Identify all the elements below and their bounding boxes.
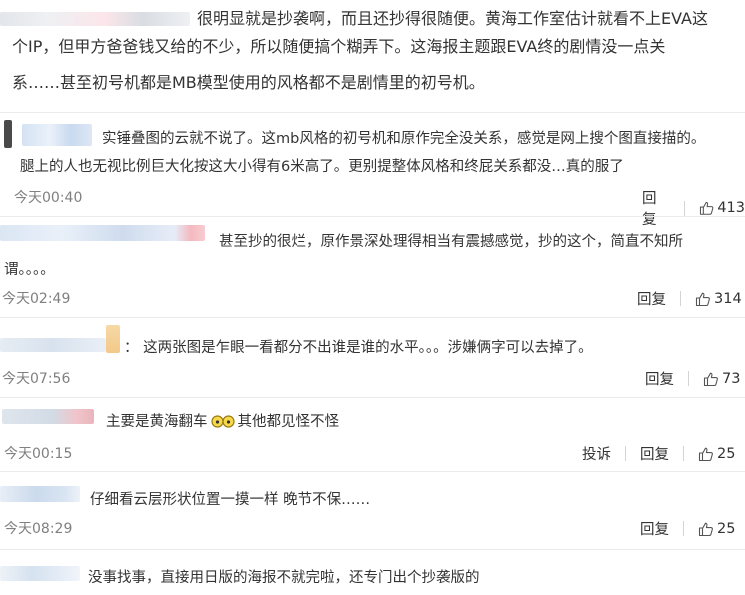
comment-text: ： 这两张图是乍眼一看都分不出谁是谁的水平。。。涉嫌俩字可以去掉了。 [124,340,593,356]
comment-timestamp: 今天07:56 [2,371,71,387]
divider [0,471,745,472]
comment-text: 没事找事，直接用日版的海报不就完啦，还专门出个抄袭版的 [88,570,480,586]
thumbs-up-icon[interactable] [699,200,714,216]
reply-button[interactable]: 回复 [637,288,666,309]
separator [683,200,685,216]
divider [0,549,745,550]
like-count: 25 [717,520,736,537]
divider [0,317,745,318]
thumbs-up-icon[interactable] [698,521,714,537]
report-button[interactable]: 投诉 [582,443,611,464]
comment-text: 甚至抄的很烂，原作景深处理得相当有震撼感觉，抄的这个，简直不知所 [219,234,683,250]
divider [0,216,745,217]
separator [683,521,684,536]
comment-actions: 回复 314 [637,288,742,309]
top-comment-line-2: 个IP，但甲方爸爸钱又给的不少，所以随便搞个糊弄下。这海报主题跟EVA终的剧情没… [12,37,666,56]
separator [688,371,689,386]
reply-button[interactable]: 回复 [645,368,674,389]
avatar-blurred [106,325,120,353]
username-blurred [0,338,106,352]
username-blurred [2,409,94,424]
comment-timestamp: 今天00:40 [14,190,83,206]
username-blurred [0,225,205,241]
username-blurred [0,566,80,581]
top-comment-line-3: 系……甚至初号机都是MB模型使用的风格都不是剧情里的初号机。 [12,73,485,92]
reply-button[interactable]: 回复 [640,443,669,464]
comment-timestamp: 今天00:15 [4,446,73,462]
comment-actions: 回复 413 [642,187,745,229]
glasses-emoji-icon [210,414,235,428]
comment-text: 实锤叠图的云就不说了。这mb风格的初号机和原作完全没关系，感觉是网上搜个图直接描… [102,131,706,147]
top-comment-line-1: 很明显就是抄袭啊，而且还抄得很随便。黄海工作室估计就看不上EVA这 [197,9,708,28]
comment-text: 谓。。。。 [4,262,55,278]
like-count: 314 [714,290,742,307]
thumbs-up-icon[interactable] [698,446,714,462]
like-count: 73 [722,370,741,387]
divider [0,112,745,113]
like-count: 413 [717,200,745,216]
thumbs-up-icon[interactable] [695,291,711,307]
reply-button[interactable]: 回复 [642,187,670,229]
separator [683,446,684,461]
reply-button[interactable]: 回复 [640,518,669,539]
comment-text: 主要是黄海翻车 其他都见怪不怪 [106,410,339,431]
thumbs-up-icon[interactable] [703,371,719,387]
separator [625,446,626,461]
username-blurred [0,12,190,26]
username-blurred [22,124,92,146]
divider [0,397,745,398]
username-blurred [0,486,80,502]
avatar-blurred [4,120,12,148]
comment-text-part: 其他都见怪不怪 [237,414,340,430]
comment-text: 仔细看云层形状位置一摸一样 晚节不保…… [90,492,371,508]
comment-text-part: 主要是黄海翻车 [106,414,208,430]
comment-actions: 回复 25 [640,518,735,539]
comment-actions: 回复 73 [645,368,740,389]
like-count: 25 [717,445,736,462]
comment-text: 腿上的人也无视比例巨大化按这大小得有6米高了。更别提整体风格和终屁关系都没…真的… [20,159,624,175]
separator [680,291,681,306]
comment-timestamp: 今天08:29 [4,521,73,537]
comment-actions: 投诉 回复 25 [582,443,735,464]
comment-timestamp: 今天02:49 [2,291,71,307]
